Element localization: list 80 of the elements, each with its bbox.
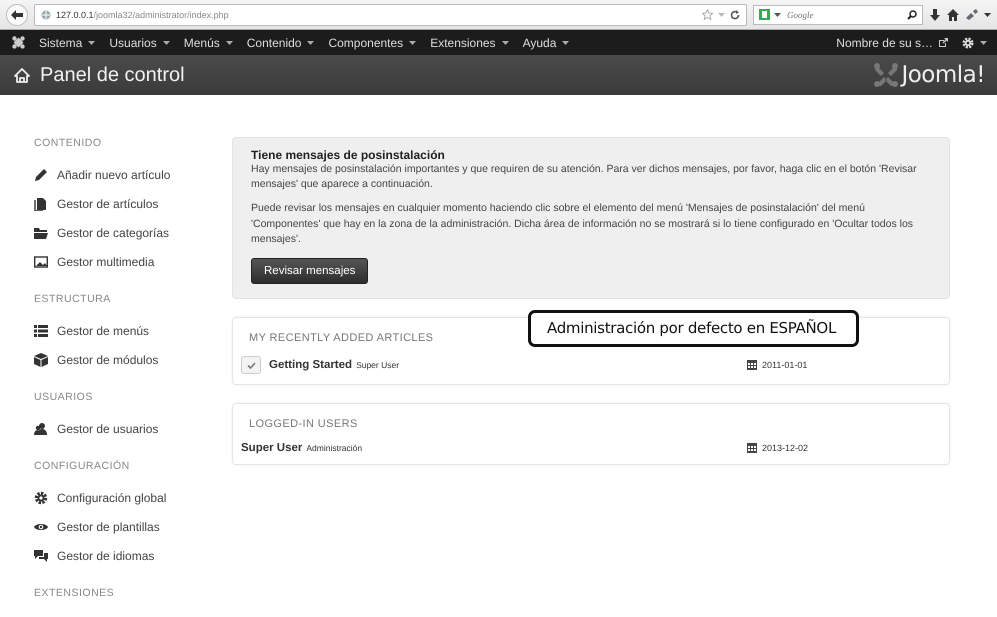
module-title: LOGGED-IN USERS (248, 418, 359, 430)
menu-button[interactable]: Ayuda (522, 36, 570, 50)
check-icon (246, 362, 256, 369)
page-title: Panel de control (40, 64, 186, 86)
reload-icon[interactable] (730, 10, 740, 20)
external-link-icon (939, 38, 948, 47)
search-engine-icon[interactable] (759, 9, 770, 20)
section-heading: USUARIOS (34, 391, 94, 403)
search-bar[interactable]: Google (753, 4, 923, 24)
sidebar-link[interactable]: Gestor de artículos (34, 194, 158, 214)
client-name: Administración (306, 443, 362, 454)
menu-button[interactable]: Menús (184, 36, 233, 50)
caret-icon (409, 40, 416, 44)
users-icon (34, 422, 48, 436)
sidebar-link[interactable]: Gestor de módulos (34, 350, 158, 370)
settings-button[interactable] (962, 36, 987, 48)
sidebar-link[interactable]: Gestor de idiomas (34, 546, 154, 566)
publish-toggle[interactable] (241, 356, 261, 374)
settings-icon (34, 491, 48, 505)
url-text: 127.0.0.1/joomla32/administrator/index.php (56, 10, 229, 20)
section-heading: CONFIGURACIÓN (34, 460, 131, 472)
caret-icon (162, 40, 170, 44)
section-heading: CONTENIDO (34, 137, 102, 149)
date-text: 2013-12-02 (762, 443, 808, 454)
calendar-icon (747, 360, 757, 370)
caret-icon (984, 12, 991, 16)
author-name: Super User (356, 360, 400, 370)
module-title: MY RECENTLY ADDED ARTICLES (248, 332, 434, 344)
menu-button[interactable]: Contenido (246, 36, 314, 50)
document-icon (34, 197, 48, 211)
folder-icon (34, 226, 48, 240)
sidebar-link[interactable]: Gestor de plantillas (34, 517, 160, 537)
sidebar-link[interactable]: Configuración global (34, 488, 166, 508)
section-heading: ESTRUCTURA (34, 293, 112, 305)
message-text: Hay mensajes de posinstalación importantes y que requiren de su atención. Para ver dichos mensajes, por favor, haga clic en el botón 'Revisar mensajes' que aparece a continuación. (251, 162, 918, 192)
site-link[interactable]: Nombre de su s… (836, 36, 948, 50)
address-bar[interactable]: 127.0.0.1/joomla32/administrator/index.php (34, 4, 747, 26)
date-text: 2011-01-01 (762, 360, 808, 370)
caret-icon (718, 12, 725, 16)
chat-bubbles-icon (34, 549, 48, 563)
caret-icon (307, 40, 314, 44)
search-input[interactable]: Google (785, 8, 903, 20)
pencil-icon (34, 168, 48, 182)
menu-button[interactable]: Sistema (39, 36, 96, 50)
back-button[interactable] (6, 4, 28, 26)
menu-button[interactable]: Componentes (328, 36, 416, 50)
caret-icon (502, 40, 509, 44)
sidebar-link[interactable]: Gestor de usuarios (34, 419, 158, 439)
cube-icon (34, 353, 48, 367)
sidebar-link[interactable]: Gestor de menús (34, 321, 150, 341)
caret-icon (562, 40, 570, 44)
article-title[interactable]: Getting Started (269, 359, 352, 372)
menu-button[interactable]: Extensiones (430, 36, 509, 50)
section-heading: EXTENSIONES (34, 587, 116, 599)
review-messages-button[interactable]: Revisar mensajes (251, 258, 368, 284)
caret-icon (774, 12, 781, 16)
sidebar-link[interactable]: Añadir nuevo artículo (34, 165, 170, 185)
user-name: Super User (241, 442, 302, 454)
menu-button[interactable]: Usuarios (109, 36, 170, 50)
sidebar-link[interactable]: Gestor multimedia (34, 252, 154, 272)
caret-icon (980, 40, 987, 44)
caret-icon (226, 40, 233, 44)
download-icon[interactable] (929, 8, 941, 20)
list-icon (34, 324, 48, 338)
joomla-logo-icon (874, 63, 898, 87)
search-icon[interactable] (907, 10, 917, 20)
caret-icon (88, 40, 96, 44)
callout-label: Administración por defecto en ESPAÑOL (528, 310, 859, 347)
calendar-icon (747, 443, 757, 454)
settings-icon (962, 36, 974, 48)
back-arrow-icon (11, 10, 23, 20)
home-icon[interactable] (947, 8, 959, 20)
message-title: Tiene mensajes de posinstalación (251, 148, 446, 162)
home-icon (14, 68, 30, 82)
star-icon[interactable] (702, 9, 713, 20)
joomla-logo-icon[interactable] (12, 36, 25, 49)
image-icon (34, 255, 48, 269)
joomla-logo-text: Joomla! (901, 62, 985, 88)
message-text: Puede revisar los mensajes en cualquier momento haciendo clic sobre el elemento del menú 'Mensajes de posinstalación' del menú 'Componentes' que hay en la zona de la administración. Dicha área de información no se mostrará si lo tiene configurado en 'Ocultar todos los mensajes'. (251, 201, 914, 247)
sidebar-link[interactable]: Gestor de categorías (34, 223, 170, 243)
